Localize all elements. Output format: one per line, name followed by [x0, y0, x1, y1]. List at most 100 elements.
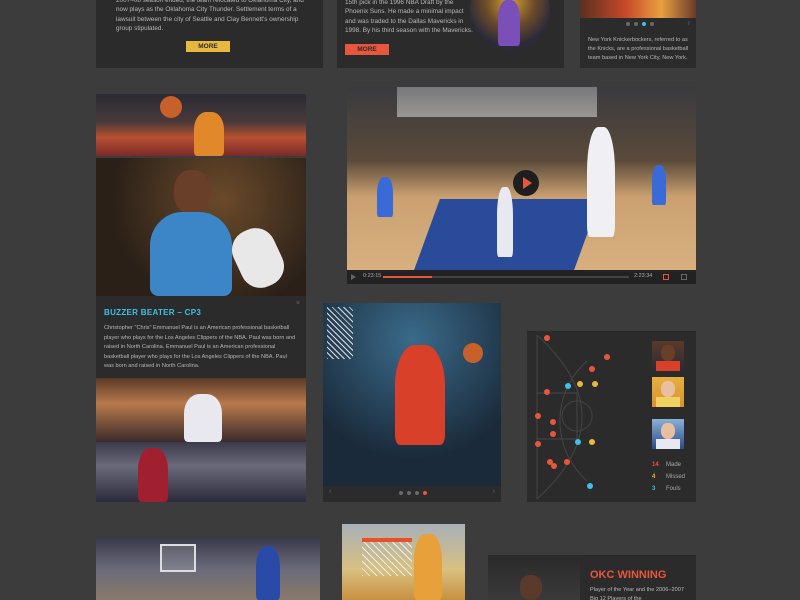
- player-jersey: [150, 212, 232, 296]
- avatar: [661, 345, 675, 361]
- court-diagram: [536, 334, 593, 500]
- shot-marker-missed: [592, 381, 598, 387]
- more-button[interactable]: MORE: [345, 44, 389, 55]
- player-head: [174, 170, 210, 214]
- knicks-court-photo: [96, 538, 320, 600]
- backboard: [397, 87, 597, 117]
- celebration-photo: [96, 378, 306, 442]
- basketball-icon: [463, 343, 483, 363]
- avatar: [661, 423, 675, 439]
- progress-fill: [383, 276, 433, 278]
- nash-dunk-photo: [96, 94, 306, 156]
- time-elapsed: 0:23:15: [363, 273, 382, 279]
- shot-marker-made: [589, 366, 595, 372]
- player-figure: [194, 112, 224, 156]
- time-total: 2:23:34: [634, 273, 653, 279]
- player-figure: [587, 127, 615, 237]
- player-figure: [414, 534, 442, 600]
- avatar-jersey: [656, 361, 680, 371]
- avatar: [520, 575, 542, 600]
- volume-icon[interactable]: [663, 274, 669, 280]
- carousel-dots: [397, 491, 429, 495]
- video-player[interactable]: 0:23:15 2:23:34: [347, 87, 696, 284]
- player-figure: [652, 165, 666, 205]
- shot-marker-made: [564, 459, 570, 465]
- fullscreen-icon[interactable]: [681, 274, 687, 280]
- shot-marker-made: [551, 463, 557, 469]
- shot-marker-made: [544, 335, 550, 341]
- shot-marker-foul: [575, 439, 581, 445]
- player-figure: [377, 177, 393, 217]
- basketball-icon: [160, 96, 182, 118]
- knicks-card: › New York Knickerbockers, referred to a…: [580, 0, 696, 68]
- cp3-title: BUZZER BEATER – CP3: [104, 308, 202, 317]
- progress-track[interactable]: [383, 276, 629, 278]
- play-small-icon[interactable]: [351, 274, 356, 280]
- shot-marker-made: [535, 441, 541, 447]
- carousel-dot[interactable]: [650, 22, 654, 26]
- player-thumb[interactable]: [652, 377, 684, 407]
- next-arrow-icon[interactable]: ›: [688, 20, 690, 27]
- stat-value: 14: [652, 462, 659, 468]
- shot-marker-missed: [589, 439, 595, 445]
- carousel-dot[interactable]: [634, 22, 638, 26]
- carousel-dot[interactable]: [399, 491, 403, 495]
- okc-history-card: 2007–08 season ended, the team relocated…: [96, 0, 323, 68]
- close-icon[interactable]: ×: [296, 300, 300, 307]
- hoop-net: [327, 307, 353, 359]
- more-button[interactable]: MORE: [186, 41, 230, 52]
- prev-arrow-icon[interactable]: ‹: [329, 488, 331, 495]
- stat-value: 3: [652, 486, 656, 492]
- stat-label: Missed: [666, 474, 686, 480]
- okc-winning-title: OKC WINNING: [590, 569, 667, 581]
- knicks-text: New York Knickerbockers, referred to as …: [588, 37, 689, 61]
- shot-marker-made: [550, 419, 556, 425]
- carousel-dot[interactable]: [626, 22, 630, 26]
- player-figure: [395, 345, 445, 445]
- hoop-net: [362, 538, 412, 576]
- stat-made: 14 Made: [652, 462, 681, 468]
- player-thumb[interactable]: [652, 341, 684, 371]
- okc-winning-text: Player of the Year and the 2006–2007 Big…: [590, 587, 684, 600]
- player-thumb[interactable]: [652, 419, 684, 449]
- nash-photo: [470, 0, 550, 50]
- knicks-photo: [580, 0, 696, 18]
- shot-marker-foul: [565, 383, 571, 389]
- next-arrow-icon[interactable]: ›: [493, 488, 495, 495]
- stat-missed: 4 Missed: [652, 474, 685, 480]
- carousel-dot-active[interactable]: [642, 22, 646, 26]
- griffin-card: ‹ ›: [323, 303, 501, 502]
- stat-value: 4: [652, 474, 656, 480]
- avatar-jersey: [656, 439, 680, 449]
- nash-card: 15th pick in the 1996 NBA Draft by the P…: [337, 0, 564, 68]
- okc-winning-card: OKC WINNING Player of the Year and the 2…: [488, 555, 696, 600]
- shot-marker-made: [604, 354, 610, 360]
- player-figure: [256, 546, 280, 600]
- player-figure: [184, 394, 222, 442]
- cp3-photo: [96, 158, 306, 296]
- avatar: [661, 381, 675, 397]
- dunk-photo: [342, 524, 465, 600]
- avatar-jersey: [656, 397, 680, 407]
- shot-marker-foul: [587, 483, 593, 489]
- nash-text: 15th pick in the 1996 NBA Draft by the P…: [345, 0, 473, 35]
- carousel-dot-active[interactable]: [423, 491, 427, 495]
- carousel-dots: [624, 22, 656, 26]
- shot-marker-made: [550, 431, 556, 437]
- stat-label: Made: [666, 462, 682, 468]
- shot-marker-missed: [577, 381, 583, 387]
- stat-fouls: 3 Fouls: [652, 486, 681, 492]
- stat-label: Fouls: [666, 486, 681, 492]
- player-figure: [138, 448, 168, 502]
- carousel-dot[interactable]: [407, 491, 411, 495]
- shot-marker-made: [544, 389, 550, 395]
- play-button[interactable]: [513, 170, 539, 196]
- video-controls: 0:23:15 2:23:34: [347, 270, 696, 284]
- player-figure: [497, 187, 513, 257]
- durant-photo: [488, 555, 580, 600]
- cp3-card: BUZZER BEATER – CP3 × Christopher "Chris…: [96, 158, 306, 502]
- lebron-photo: [96, 442, 306, 502]
- griffin-photo: [323, 303, 501, 486]
- carousel-dot[interactable]: [415, 491, 419, 495]
- shot-marker-made: [535, 413, 541, 419]
